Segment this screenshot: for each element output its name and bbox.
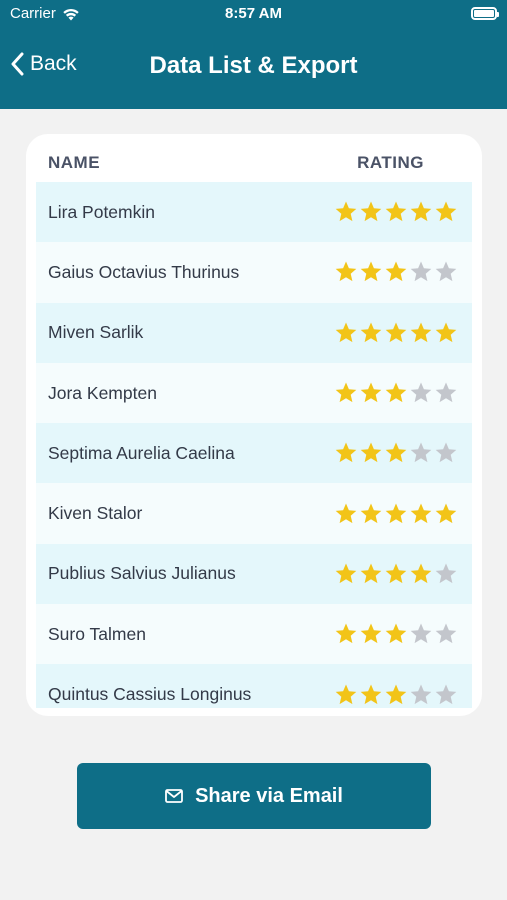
star-filled-icon (360, 563, 382, 584)
row-name: Kiven Stalor (48, 503, 143, 524)
star-rating (334, 622, 458, 646)
star-filled-icon (385, 623, 407, 644)
star-filled-icon (360, 684, 382, 704)
star-filled-icon (335, 503, 357, 523)
table-row[interactable]: Kiven Stalor (36, 483, 472, 544)
star-filled-icon (360, 201, 382, 222)
star-empty-icon (410, 382, 432, 403)
status-time: 8:57 AM (225, 5, 282, 22)
star-empty-icon (435, 684, 457, 704)
navigation-bar: Back Data List & Export (0, 40, 507, 95)
star-filled-icon (335, 623, 357, 644)
star-filled-icon (360, 322, 382, 342)
star-rating (334, 502, 458, 526)
star-filled-icon (410, 322, 432, 342)
star-rating (334, 562, 458, 586)
star-empty-icon (435, 442, 457, 463)
star-rating (334, 683, 458, 707)
star-filled-icon (360, 623, 382, 644)
star-filled-icon (335, 382, 357, 403)
star-rating (334, 260, 458, 284)
column-header-rating: RATING (357, 153, 424, 172)
column-header-name: NAME (48, 153, 101, 172)
star-filled-icon (360, 261, 382, 282)
table-header: NAME RATING (26, 134, 482, 182)
star-rating (334, 321, 458, 345)
star-filled-icon (335, 684, 357, 704)
row-name: Quintus Cassius Longinus (48, 684, 252, 705)
star-empty-icon (410, 261, 432, 282)
page-title: Data List & Export (149, 52, 358, 79)
star-filled-icon (385, 684, 407, 704)
star-filled-icon (385, 201, 407, 222)
star-rating (334, 441, 458, 465)
status-bar: Carrier 8:57 AM (0, 0, 507, 28)
star-filled-icon (335, 322, 357, 342)
table-row[interactable]: Septima Aurelia Caelina (36, 423, 472, 484)
envelope-icon (165, 789, 183, 803)
share-label: Share via Email (195, 784, 343, 807)
star-filled-icon (335, 563, 357, 584)
star-filled-icon (360, 382, 382, 403)
star-empty-icon (435, 261, 457, 282)
star-empty-icon (410, 684, 432, 704)
star-filled-icon (385, 442, 407, 463)
table-row[interactable]: Quintus Cassius Longinus (36, 664, 472, 708)
star-filled-icon (385, 261, 407, 282)
row-name: Jora Kempten (48, 382, 157, 403)
star-filled-icon (410, 563, 432, 584)
star-filled-icon (410, 201, 432, 222)
row-name: Lira Potemkin (48, 201, 155, 222)
battery-icon (471, 7, 499, 20)
table-row[interactable]: Gaius Octavius Thurinus (36, 242, 472, 303)
star-filled-icon (385, 503, 407, 523)
app-header: Carrier 8:57 AM Back Data List & Export (0, 0, 507, 109)
row-name: Septima Aurelia Caelina (48, 442, 235, 463)
row-name: Miven Sarlik (48, 322, 144, 343)
table-row[interactable]: Jora Kempten (36, 362, 472, 424)
star-filled-icon (335, 201, 357, 222)
star-filled-icon (435, 201, 457, 222)
star-empty-icon (435, 563, 457, 584)
row-name: Publius Salvius Julianus (48, 563, 236, 584)
star-empty-icon (410, 623, 432, 644)
row-name: Gaius Octavius Thurinus (48, 261, 240, 282)
data-list-card: NAME RATING Lira Potemkin Gaius Octavius … (26, 134, 482, 716)
share-via-email-button[interactable]: Share via Email (77, 763, 431, 829)
star-empty-icon (435, 623, 457, 644)
star-empty-icon (410, 442, 432, 463)
star-filled-icon (385, 322, 407, 342)
table-row[interactable]: Miven Sarlik (36, 302, 472, 363)
star-filled-icon (385, 382, 407, 403)
star-filled-icon (335, 442, 357, 463)
row-name: Suro Talmen (48, 623, 146, 644)
table-row[interactable]: Lira Potemkin (36, 182, 472, 243)
star-filled-icon (360, 442, 382, 463)
star-filled-icon (335, 261, 357, 282)
star-filled-icon (410, 503, 432, 523)
star-empty-icon (435, 382, 457, 403)
star-filled-icon (435, 503, 457, 523)
star-filled-icon (385, 563, 407, 584)
star-rating (334, 200, 458, 224)
star-rating (334, 381, 458, 405)
star-filled-icon (360, 503, 382, 523)
table-row[interactable]: Suro Talmen (36, 604, 472, 665)
star-filled-icon (435, 322, 457, 342)
table-row[interactable]: Publius Salvius Julianus (36, 543, 472, 605)
data-list[interactable]: Lira Potemkin Gaius Octavius Thurinus Mive… (36, 182, 472, 708)
